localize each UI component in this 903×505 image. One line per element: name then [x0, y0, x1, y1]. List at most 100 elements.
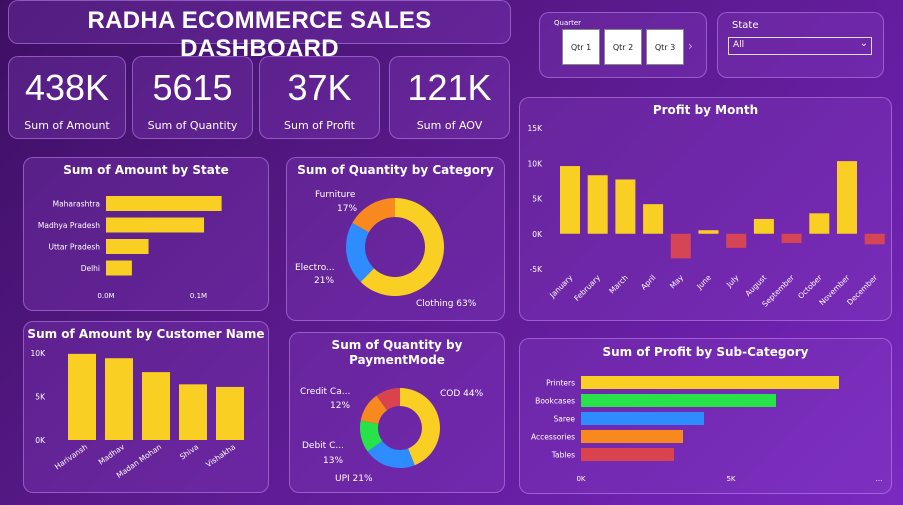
bar — [581, 394, 776, 407]
x-tick-label: December — [845, 272, 880, 307]
kpi-label: Sum of Profit — [284, 119, 355, 132]
slice-percent: 17% — [337, 204, 357, 214]
state-dropdown-value: All — [733, 40, 745, 50]
quarter-button-q2[interactable]: Qtr 2 — [604, 29, 642, 65]
profit-by-month-chart: 15K 10K 5K 0K -5K JanuaryFebruary March April Ma… — [528, 124, 885, 309]
x-tick-label: March — [607, 273, 630, 296]
slice-label: COD 44% — [440, 389, 484, 399]
y-tick-label: 5K — [532, 195, 543, 204]
header-panel: RADHA ECOMMERCE SALES DASHBOARD — [8, 0, 511, 62]
category-label: Maharashtra — [53, 200, 100, 209]
slice-label: Furniture — [315, 190, 356, 200]
kpi-card-amount: 438K Sum of Amount — [8, 56, 126, 139]
profit-by-subcategory-panel[interactable]: Sum of Profit by Sub-Category Printers Bo… — [519, 338, 892, 494]
x-tick-label: 0K — [576, 475, 585, 483]
bar — [560, 166, 580, 234]
profit-by-subcategory-chart: Printers Bookcases Saree Accessories Tables 0… — [531, 376, 882, 483]
x-tick-label: June — [694, 273, 713, 292]
y-tick-label: 10K — [528, 159, 544, 168]
kpi-value: 438K — [24, 67, 110, 108]
kpi-value: 37K — [287, 67, 352, 108]
slice-label: UPI 21% — [335, 474, 373, 484]
bar — [615, 179, 636, 234]
bar — [581, 448, 674, 461]
bar — [106, 196, 222, 211]
bar — [68, 353, 96, 440]
bar — [864, 233, 885, 245]
kpi-card-aov: 121K Sum of AOV — [389, 56, 510, 139]
kpi-card-profit: 37K Sum of Profit — [259, 56, 380, 139]
x-tick-label: August — [743, 273, 768, 298]
kpi-value: 121K — [407, 67, 492, 108]
amount-by-state-panel[interactable]: Sum of Amount by State Maharashtra Madhya… — [23, 157, 269, 311]
bar — [142, 372, 170, 440]
page-title: RADHA ECOMMERCE SALES DASHBOARD — [87, 7, 432, 62]
quarter-slicer: Quarter Qtr 1 Qtr 2 Qtr 3 › — [539, 12, 707, 78]
chevron-right-icon[interactable]: › — [688, 39, 693, 53]
bar — [837, 161, 857, 234]
kpi-label: Sum of Amount — [24, 119, 110, 132]
y-tick-label: 5K — [35, 393, 46, 402]
bar — [581, 430, 683, 443]
x-tick-label: October — [796, 272, 824, 300]
quarter-slicer-label: Quarter — [554, 19, 582, 27]
bar — [581, 376, 839, 389]
category-label: Bookcases — [535, 397, 575, 406]
bar — [105, 358, 133, 440]
x-tick-label: 0.1M — [190, 292, 207, 300]
x-tick-label: February — [572, 273, 602, 303]
amount-by-customer-panel[interactable]: Sum of Amount by Customer Name 10K 5K 0K Ha… — [23, 321, 269, 493]
bar — [179, 384, 207, 440]
bar — [670, 233, 691, 259]
y-tick-label: 0K — [35, 436, 46, 445]
bar — [587, 175, 608, 234]
state-dropdown[interactable]: All ⌄ — [728, 37, 872, 55]
slice-label: Credit Ca... — [300, 387, 350, 397]
x-tick-label: 5K — [726, 475, 735, 483]
bar — [809, 213, 830, 234]
bar — [643, 204, 664, 234]
x-tick-label: Madhav — [97, 442, 127, 467]
category-label: Madhya Pradesh — [38, 221, 100, 230]
y-tick-label: 15K — [528, 124, 544, 133]
slice-label: Clothing 63% — [416, 299, 477, 309]
bar — [106, 217, 205, 233]
amount-by-customer-chart: 10K5K0KHarivansh MadhavMadan Mohan Shiva Vi… — [31, 349, 244, 480]
bar — [106, 239, 149, 254]
x-tick-label: July — [724, 273, 741, 290]
y-tick-label: -5K — [530, 265, 543, 274]
bar — [581, 412, 704, 425]
bar — [698, 230, 719, 234]
kpi-value: 5615 — [152, 67, 233, 108]
chevron-down-icon: ⌄ — [859, 38, 868, 49]
quarter-button-q3[interactable]: Qtr 3 — [646, 29, 684, 65]
kpi-card-quantity: 5615 Sum of Quantity — [132, 56, 253, 139]
bar — [753, 218, 774, 234]
category-label: Printers — [546, 379, 575, 388]
kpi-label: Sum of Quantity — [147, 119, 238, 132]
category-label: Delhi — [81, 264, 100, 273]
state-slicer-label: State — [732, 20, 759, 31]
bar — [726, 233, 747, 248]
bar — [106, 260, 132, 276]
slice-percent: 12% — [330, 401, 350, 411]
bar — [216, 386, 244, 440]
category-label: Saree — [553, 415, 575, 424]
quarter-button-q1[interactable]: Qtr 1 — [562, 29, 600, 65]
bar — [781, 233, 802, 243]
profit-by-month-panel[interactable]: Profit by Month 15K 10K 5K 0K -5K January Febr… — [519, 97, 892, 321]
x-tick-label: Harivansh — [53, 442, 89, 471]
quantity-by-paymentmode-panel[interactable]: Sum of Quantity by PaymentMode COD 44% UP… — [289, 332, 505, 493]
x-tick-label: April — [639, 273, 657, 291]
slice-label: Debit C... — [302, 441, 344, 451]
slice-label: Electro... — [295, 263, 335, 273]
x-tick-label: Shiva — [178, 442, 200, 461]
quantity-by-category-chart: Clothing 63% Electro... 21% Furniture 17% — [295, 190, 477, 309]
state-slicer: State All ⌄ — [717, 12, 884, 78]
quantity-by-category-panel[interactable]: Sum of Quantity by Category Clothing 63%… — [286, 157, 505, 321]
slice-percent: 13% — [323, 456, 343, 466]
category-label: Uttar Pradesh — [48, 243, 100, 252]
quantity-by-paymentmode-chart: COD 44% UPI 21% Debit C... 13% Credit Ca... 1… — [300, 387, 484, 484]
category-label: Tables — [551, 451, 575, 460]
amount-by-state-chart: Maharashtra Madhya Pradesh Uttar Pradesh De… — [38, 196, 222, 300]
